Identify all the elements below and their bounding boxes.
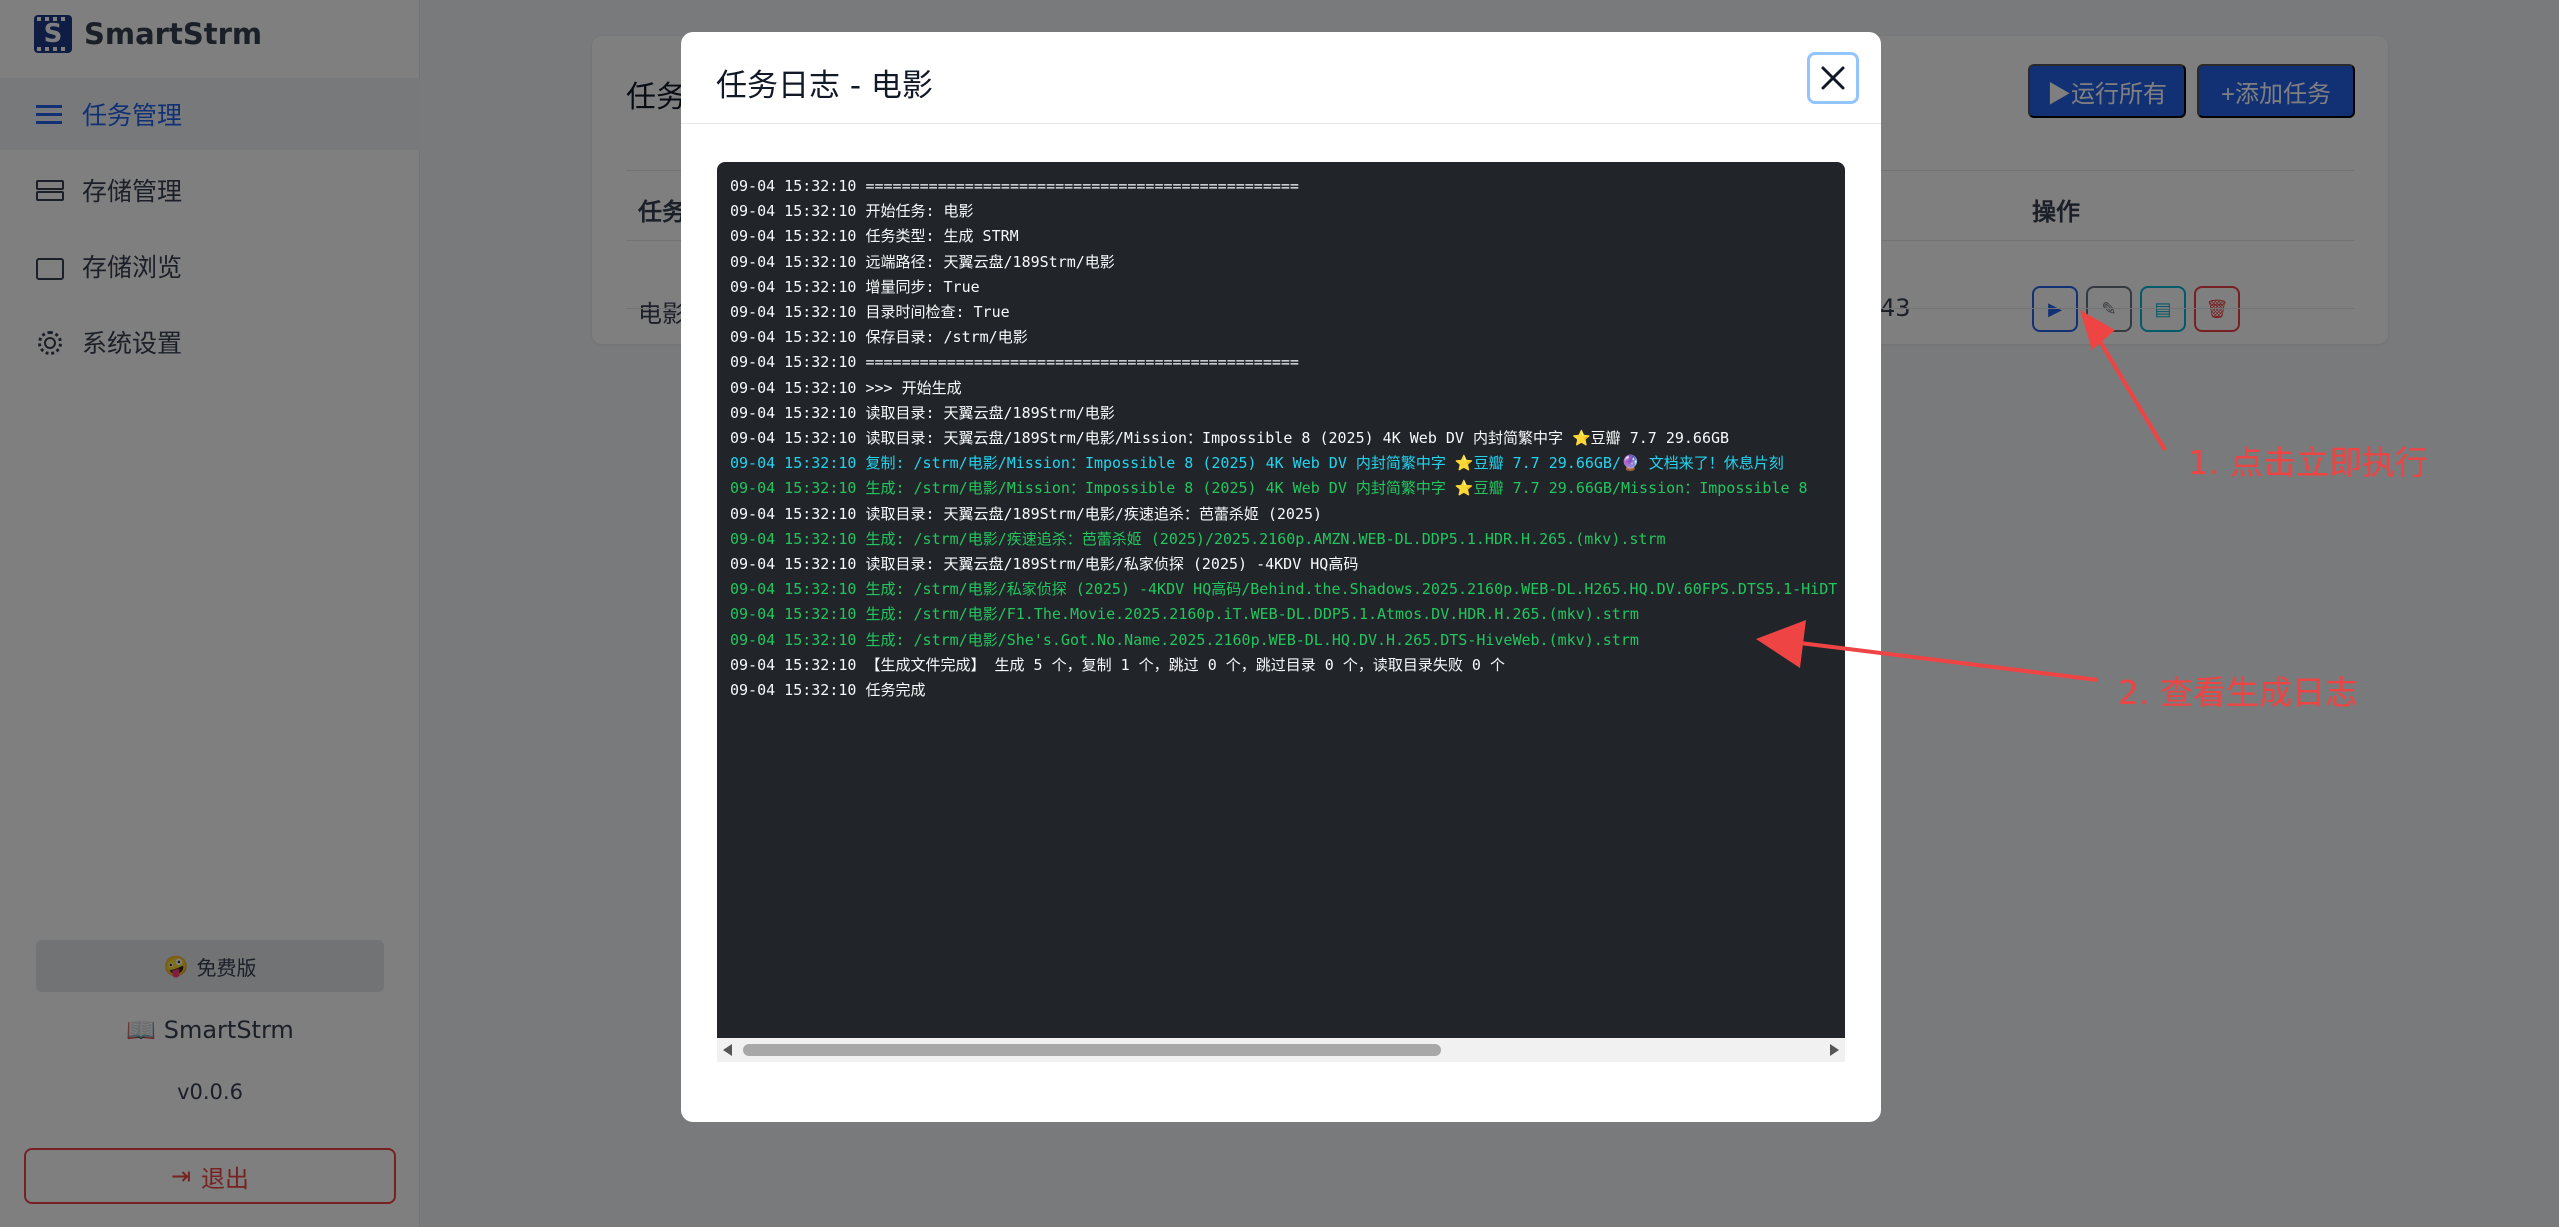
arrow-1	[2080, 310, 2167, 452]
annotation-step1: 1. 点击立即执行	[2188, 443, 2428, 482]
arrow-2	[1756, 620, 2099, 682]
annotation-arrows	[1756, 310, 2167, 682]
annotation-step2: 2. 查看生成日志	[2118, 673, 2358, 712]
